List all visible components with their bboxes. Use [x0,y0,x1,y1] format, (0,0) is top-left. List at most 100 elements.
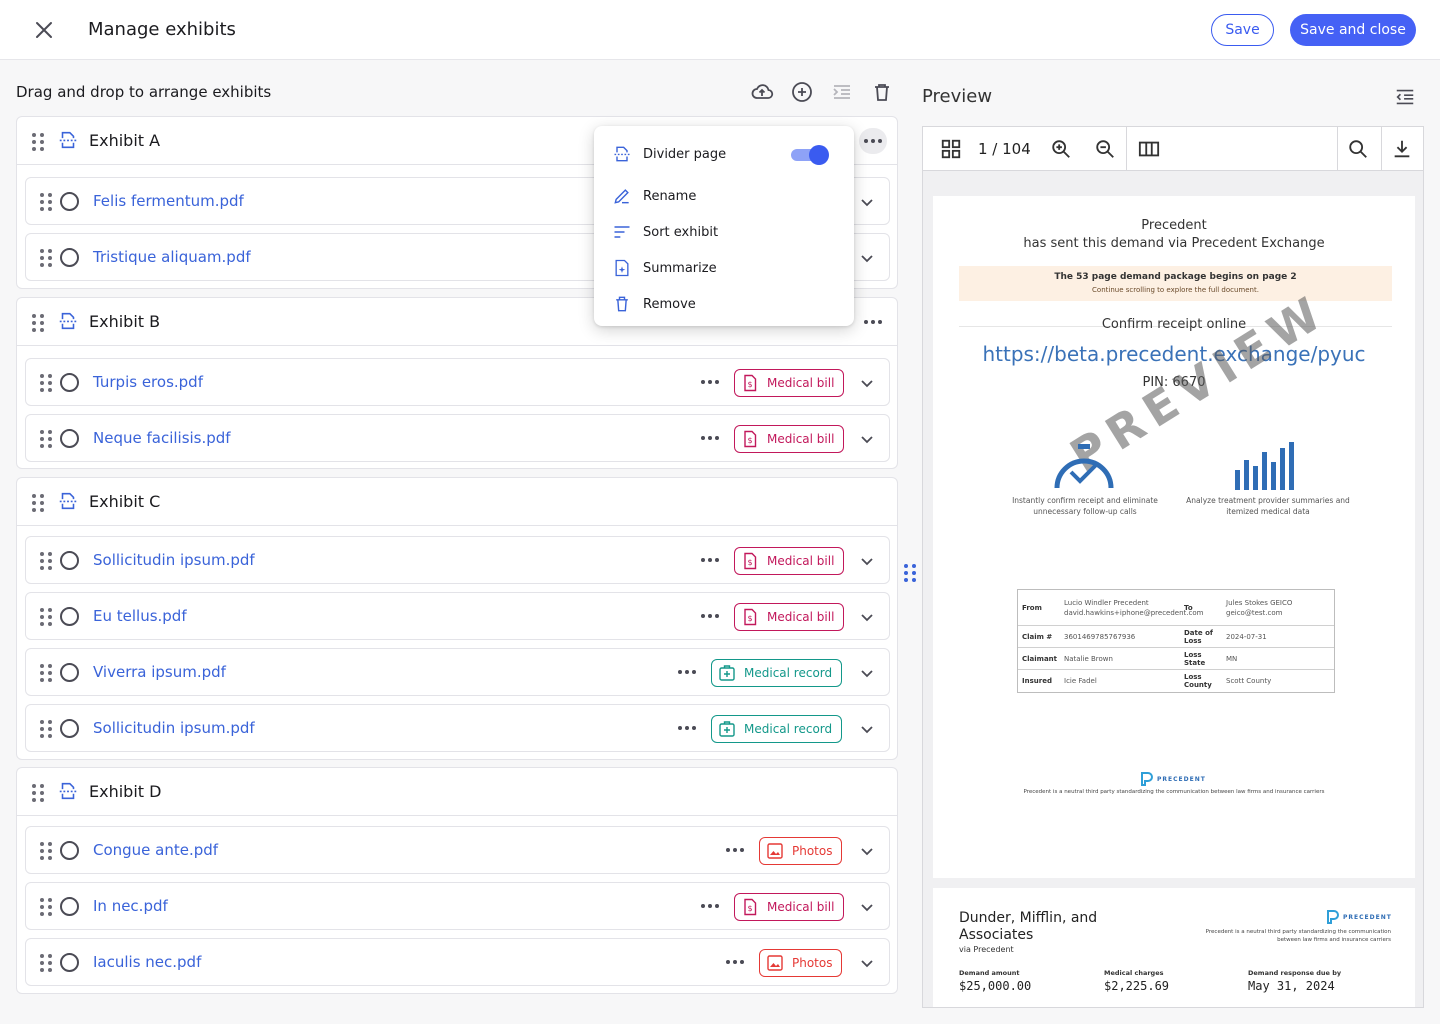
trash-icon[interactable] [870,80,894,104]
exhibit-group-d[interactable]: Exhibit D Congue ante.pdf Photos In nec.… [16,767,898,994]
file-row[interactable]: In nec.pdf $ Medical bill [25,882,890,930]
file-name-link[interactable]: Tristique aliquam.pdf [93,248,251,266]
drag-handle-icon[interactable] [40,430,52,448]
add-circle-icon[interactable] [790,80,814,104]
grid-view-icon[interactable] [940,138,962,160]
upload-cloud-icon[interactable] [750,80,774,104]
chevron-down-icon[interactable] [859,194,875,210]
collapse-panel-icon[interactable] [1394,86,1416,108]
exhibit-name[interactable]: Exhibit C [89,492,160,511]
file-name-link[interactable]: Congue ante.pdf [93,841,218,859]
more-options-icon[interactable] [701,558,719,564]
save-button[interactable]: Save [1211,14,1274,46]
select-radio[interactable] [60,841,79,860]
more-options-icon[interactable] [701,904,719,910]
menu-item-sort[interactable]: Sort exhibit [612,221,718,243]
chevron-down-icon[interactable] [859,609,875,625]
drag-handle-icon[interactable] [40,374,52,392]
file-name-link[interactable]: Sollicitudin ipsum.pdf [93,551,255,569]
more-options-icon[interactable] [726,848,744,854]
drag-handle-icon[interactable] [40,954,52,972]
chevron-down-icon[interactable] [859,721,875,737]
file-name-link[interactable]: Felis fermentum.pdf [93,192,244,210]
more-options-icon[interactable] [859,309,887,335]
file-row[interactable]: Iaculis nec.pdf Photos [25,938,890,986]
more-options-icon[interactable] [678,726,696,732]
more-options-icon[interactable] [678,670,696,676]
drag-handle-icon[interactable] [32,784,44,802]
select-radio[interactable] [60,192,79,211]
file-row[interactable]: Viverra ipsum.pdf Medical record [25,648,890,696]
select-radio[interactable] [60,897,79,916]
drag-handle-icon[interactable] [40,898,52,916]
menu-item-remove[interactable]: Remove [612,293,696,315]
more-options-icon[interactable] [701,436,719,442]
select-radio[interactable] [60,551,79,570]
more-options-icon[interactable] [701,380,719,386]
save-and-close-button[interactable]: Save and close [1290,14,1416,46]
more-options-icon[interactable] [701,614,719,620]
file-name-link[interactable]: Eu tellus.pdf [93,607,187,625]
search-icon[interactable] [1347,138,1369,160]
file-name-link[interactable]: Iaculis nec.pdf [93,953,201,971]
chevron-down-icon[interactable] [859,955,875,971]
exhibit-name[interactable]: Exhibit B [89,312,160,331]
zoom-out-icon[interactable] [1094,138,1116,160]
file-row[interactable]: Sollicitudin ipsum.pdf $ Medical bill [25,536,890,584]
medical-bill-tag[interactable]: $ Medical bill [734,547,845,575]
select-radio[interactable] [60,719,79,738]
chevron-down-icon[interactable] [859,250,875,266]
drag-handle-icon[interactable] [32,133,44,151]
photos-tag[interactable]: Photos [759,837,843,865]
drag-handle-icon[interactable] [32,314,44,332]
drag-handle-icon[interactable] [40,608,52,626]
confirm-url-link[interactable]: https://beta.precedent.exchange/pyuc [933,342,1415,366]
drag-handle-icon[interactable] [40,552,52,570]
exhibit-name[interactable]: Exhibit D [89,782,161,801]
select-radio[interactable] [60,953,79,972]
panel-resize-handle[interactable] [904,564,916,582]
drag-handle-icon[interactable] [40,249,52,267]
chevron-down-icon[interactable] [859,665,875,681]
divider-page-toggle[interactable] [791,145,829,165]
exhibit-name[interactable]: Exhibit A [89,131,160,150]
drag-handle-icon[interactable] [32,494,44,512]
medical-bill-tag[interactable]: $ Medical bill [734,893,845,921]
medical-bill-tag[interactable]: $ Medical bill [734,425,845,453]
chevron-down-icon[interactable] [859,553,875,569]
select-radio[interactable] [60,607,79,626]
file-name-link[interactable]: Viverra ipsum.pdf [93,663,226,681]
file-name-link[interactable]: Sollicitudin ipsum.pdf [93,719,255,737]
more-options-icon[interactable] [859,128,887,154]
select-radio[interactable] [60,248,79,267]
medical-bill-tag[interactable]: $ Medical bill [734,369,845,397]
chevron-down-icon[interactable] [859,843,875,859]
zoom-in-icon[interactable] [1050,138,1072,160]
page-layout-icon[interactable] [1138,138,1160,160]
drag-handle-icon[interactable] [40,842,52,860]
medical-record-tag[interactable]: Medical record [711,659,843,687]
download-icon[interactable] [1391,138,1413,160]
medical-bill-tag[interactable]: $ Medical bill [734,603,845,631]
drag-handle-icon[interactable] [40,720,52,738]
menu-item-divider-page[interactable]: Divider page [612,143,726,165]
drag-handle-icon[interactable] [40,193,52,211]
file-row[interactable]: Eu tellus.pdf $ Medical bill [25,592,890,640]
chevron-down-icon[interactable] [859,899,875,915]
chevron-down-icon[interactable] [859,375,875,391]
close-icon[interactable] [32,18,56,42]
more-options-icon[interactable] [726,960,744,966]
menu-item-rename[interactable]: Rename [612,185,696,207]
file-name-link[interactable]: Neque facilisis.pdf [93,429,231,447]
select-radio[interactable] [60,429,79,448]
file-row[interactable]: Sollicitudin ipsum.pdf Medical record [25,704,890,752]
photos-tag[interactable]: Photos [759,949,843,977]
exhibit-group-c[interactable]: Exhibit C Sollicitudin ipsum.pdf $ Medic… [16,477,898,760]
file-name-link[interactable]: Turpis eros.pdf [93,373,203,391]
indent-icon[interactable] [830,80,854,104]
file-row[interactable]: Neque facilisis.pdf $ Medical bill [25,414,890,462]
file-name-link[interactable]: In nec.pdf [93,897,168,915]
select-radio[interactable] [60,373,79,392]
select-radio[interactable] [60,663,79,682]
file-row[interactable]: Congue ante.pdf Photos [25,826,890,874]
